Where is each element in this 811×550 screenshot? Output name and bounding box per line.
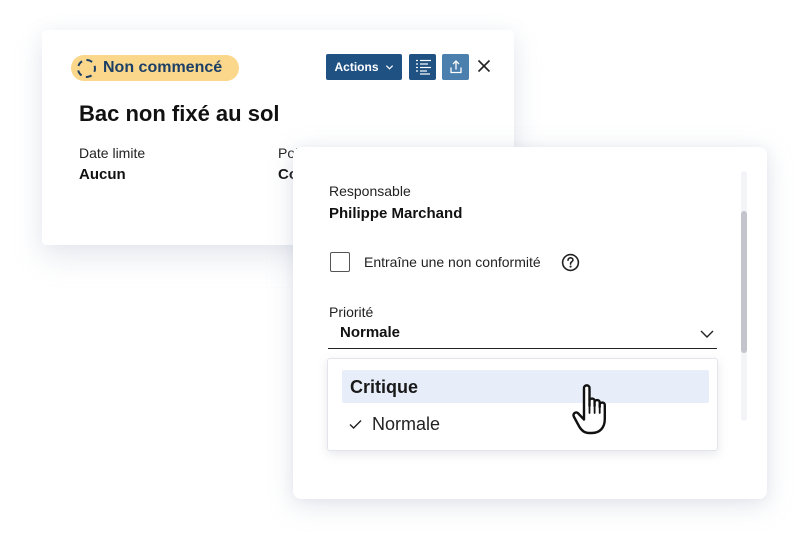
nonconformity-checkbox[interactable] [330, 252, 350, 272]
question-circle-icon[interactable] [561, 253, 580, 272]
priority-dropdown: Critique Normale [327, 358, 718, 451]
due-date-label: Date limite [79, 145, 146, 161]
close-button[interactable] [474, 56, 494, 76]
close-icon [477, 59, 491, 73]
option-label: Normale [372, 414, 441, 434]
task-details-panel: Responsable Philippe Marchand Entraîne u… [293, 147, 767, 499]
status-badge: Non commencé [71, 55, 239, 81]
actions-button[interactable]: Actions [326, 54, 402, 80]
chevron-down-icon [700, 330, 714, 338]
chevron-down-icon [385, 64, 393, 70]
responsible-value: Philippe Marchand [329, 205, 463, 222]
priority-option-critique[interactable]: Critique [342, 370, 709, 403]
task-title: Bac non fixé au sol [79, 101, 280, 126]
hand-pointer-icon [572, 384, 606, 435]
status-label: Non commencé [103, 59, 223, 76]
actions-label: Actions [334, 60, 379, 74]
upload-button[interactable] [442, 54, 469, 80]
scrollbar-thumb[interactable] [741, 211, 747, 353]
scrollbar[interactable] [741, 171, 747, 421]
priority-option-normale[interactable]: Normale [342, 411, 709, 441]
priority-select-value: Normale [340, 324, 401, 341]
list-icon [415, 59, 431, 75]
nonconformity-label: Entraîne une non conformité [364, 254, 541, 270]
option-label: Critique [350, 377, 419, 397]
priority-label: Priorité [329, 304, 374, 320]
list-button[interactable] [409, 54, 436, 80]
dashed-circle-icon [77, 58, 96, 78]
upload-icon [449, 60, 462, 74]
priority-select[interactable]: Normale [328, 321, 717, 349]
check-icon [349, 420, 362, 429]
responsible-label: Responsable [329, 183, 411, 199]
due-date-value: Aucun [79, 166, 126, 183]
